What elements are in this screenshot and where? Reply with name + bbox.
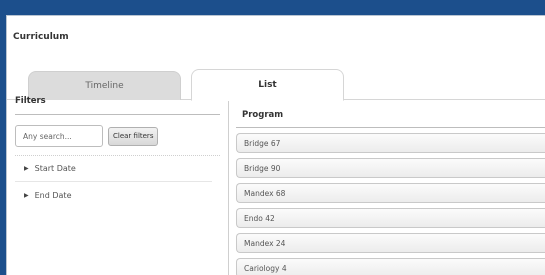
filter-label: End Date bbox=[34, 190, 72, 200]
program-row[interactable]: Cariology 4 bbox=[236, 258, 545, 275]
search-input[interactable]: Any search... bbox=[15, 125, 103, 147]
panel-title: Curriculum bbox=[13, 32, 69, 42]
column-divider bbox=[228, 101, 229, 275]
clear-filters-button[interactable]: Clear filters bbox=[108, 126, 159, 146]
program-list-panel: Program Bridge 67 Bridge 90 Mandex 68 En… bbox=[236, 101, 545, 275]
expand-triangle-icon: ▶ bbox=[24, 165, 29, 172]
program-column-header: Program bbox=[236, 101, 545, 128]
program-row[interactable]: Bridge 90 bbox=[236, 158, 545, 178]
filter-start-date[interactable]: ▶ Start Date bbox=[15, 156, 212, 182]
program-list: Bridge 67 Bridge 90 Mandex 68 Endo 42 Ma… bbox=[236, 133, 545, 275]
program-row[interactable]: Mandex 68 bbox=[236, 183, 545, 203]
expand-triangle-icon: ▶ bbox=[24, 191, 29, 199]
filters-panel: Filters Any search... Clear filters ▶ St… bbox=[15, 89, 220, 270]
filter-end-date[interactable]: ▶ End Date bbox=[15, 182, 220, 208]
program-row[interactable]: Endo 42 bbox=[236, 208, 545, 228]
program-row[interactable]: Mandex 24 bbox=[236, 233, 545, 253]
program-row[interactable]: Bridge 67 bbox=[236, 133, 545, 153]
filter-label: Start Date bbox=[34, 164, 76, 173]
search-row: Any search... Clear filters bbox=[15, 125, 220, 156]
filters-title: Filters bbox=[15, 89, 220, 115]
